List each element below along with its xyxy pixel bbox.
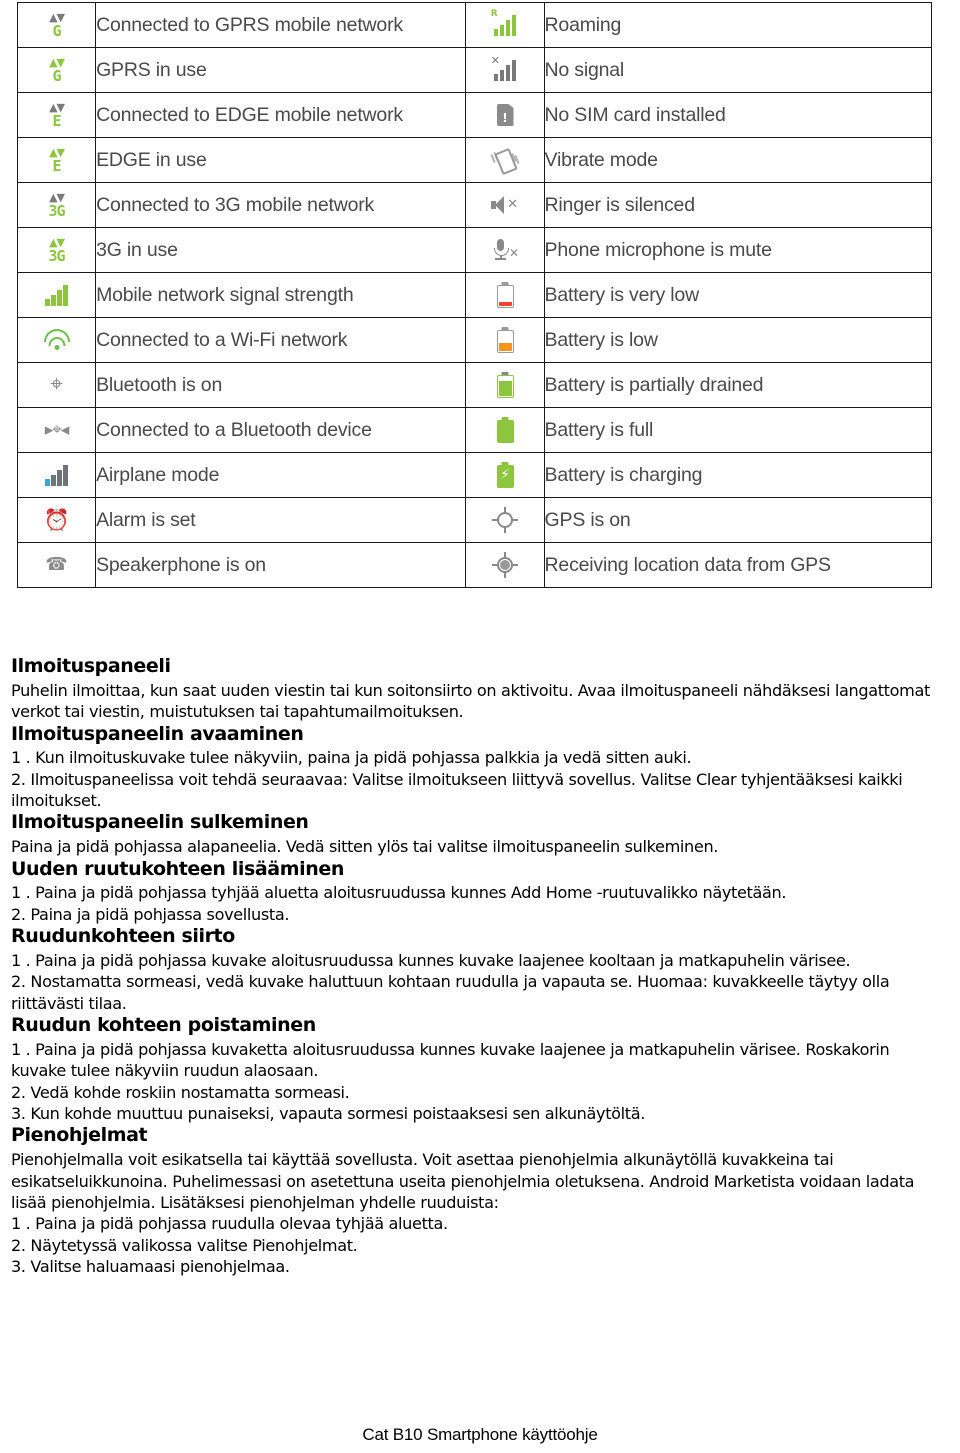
heading-ruudun-kohteen-poistaminen: Ruudun kohteen poistaminen [11, 1014, 316, 1037]
icon-label: Receiving location data from GPS [543, 542, 933, 588]
wifi-connected-icon [16, 317, 97, 363]
battery-partial-icon [465, 362, 545, 408]
roaming-icon: R [465, 2, 545, 48]
gprs-in-use-icon: ▲▼ G [16, 47, 97, 93]
speakerphone-on-icon: ☎ [16, 542, 97, 588]
paragraph-pienohjelmat: Pienohjelmalla voit esikatsella tai käyt… [11, 1150, 915, 1212]
icon-label: 3G in use [95, 227, 467, 273]
icon-label: No SIM card installed [543, 92, 933, 138]
table-row: Mobile network signal strength Battery i… [16, 272, 933, 318]
heading-pienohjelmat: Pienohjelmat [11, 1124, 148, 1147]
paragraph-intro: Puhelin ilmoittaa, kun saat uuden viesti… [11, 680, 930, 722]
icon-label: Roaming [543, 2, 933, 48]
3g-connected-icon: ▲▼ 3G [16, 182, 97, 228]
step-pienohjelmat-3: 3. Valitse haluamaasi pienohjelmaa. [11, 1257, 290, 1277]
table-row: Connected to a Wi-Fi network Battery is … [16, 317, 933, 363]
bluetooth-on-icon: ⌖ [16, 362, 97, 408]
3g-in-use-icon: ▲▼ 3G [16, 227, 97, 273]
icon-label: Airplane mode [95, 452, 467, 498]
step-avaaminen-1: 1 . Kun ilmoituskuvake tulee näkyviin, p… [11, 748, 692, 768]
icon-label: No signal [543, 47, 933, 93]
step-avaaminen-2: 2. Ilmoituspaneelissa voit tehdä seuraav… [11, 769, 903, 811]
icon-label: Connected to 3G mobile network [95, 182, 467, 228]
icon-label: Connected to a Bluetooth device [95, 407, 467, 453]
table-row: ⌖ Bluetooth is on Battery is partially d… [16, 362, 933, 408]
icon-label: Connected to a Wi-Fi network [95, 317, 467, 363]
gprs-connected-icon: ▲▼ G [16, 2, 97, 48]
icon-label: Battery is charging [543, 452, 933, 498]
icon-label: Battery is partially drained [543, 362, 933, 408]
gps-receiving-icon [465, 542, 545, 588]
status-icon-reference-table: ▲▼ G Connected to GPRS mobile network R … [16, 2, 933, 588]
icon-label: Vibrate mode [543, 137, 933, 183]
table-row: ▸⌖◂ Connected to a Bluetooth device Batt… [16, 407, 933, 453]
bluetooth-connected-icon: ▸⌖◂ [16, 407, 97, 453]
step-pienohjelmat-2: 2. Näytetyssä valikossa valitse Pienohje… [11, 1235, 358, 1255]
icon-label: GPS is on [543, 497, 933, 543]
heading-ilmoituspaneelin-avaaminen: Ilmoituspaneelin avaaminen [11, 722, 304, 745]
signal-strength-icon [16, 272, 97, 318]
icon-label: Ringer is silenced [543, 182, 933, 228]
step-pienohjelmat-1: 1 . Paina ja pidä pohjassa ruudulla olev… [11, 1214, 448, 1234]
icon-label: Battery is full [543, 407, 933, 453]
icon-label: Speakerphone is on [95, 542, 467, 588]
gps-on-icon [465, 497, 545, 543]
heading-ilmoituspaneelin-sulkeminen: Ilmoituspaneelin sulkeminen [11, 811, 309, 834]
alarm-set-icon: ⏰ [16, 497, 97, 543]
step-poistaminen-2: 2. Vedä kohde roskiin nostamatta sormeas… [11, 1082, 350, 1102]
table-row: ▲▼ 3G Connected to 3G mobile network ✕ R… [16, 182, 933, 228]
battery-charging-icon: ⚡ [465, 452, 545, 498]
microphone-mute-icon: ✕ [465, 227, 545, 273]
page-footer: Cat B10 Smartphone käyttöohje [362, 1425, 598, 1444]
icon-label: GPRS in use [95, 47, 467, 93]
icon-label: Connected to EDGE mobile network [95, 92, 467, 138]
icon-label: Battery is low [543, 317, 933, 363]
paragraph-sulkeminen: Paina ja pidä pohjassa alapaneelia. Vedä… [11, 837, 719, 857]
table-row: ▲▼ 3G 3G in use ✕ Phone microphone is mu… [16, 227, 933, 273]
step-lisaaminen-1: 1 . Paina ja pidä pohjassa tyhjää aluett… [11, 883, 787, 903]
ringer-silenced-icon: ✕ [465, 182, 545, 228]
icon-label: Bluetooth is on [95, 362, 467, 408]
vibrate-mode-icon [465, 137, 545, 183]
table-row: ▲▼ G Connected to GPRS mobile network R … [16, 2, 933, 48]
heading-ruudunkohteen-siirto: Ruudunkohteen siirto [11, 925, 235, 948]
table-row: ▲▼ E Connected to EDGE mobile network No… [16, 92, 933, 138]
step-poistaminen-3: 3. Kun kohde muuttuu punaiseksi, vapauta… [11, 1103, 646, 1123]
document-body: Ilmoituspaneeli Puhelin ilmoittaa, kun s… [11, 655, 949, 1277]
table-row: ▲▼ G GPRS in use ✕ No signal [16, 47, 933, 93]
table-row: Airplane mode ⚡ Battery is charging [16, 452, 933, 498]
battery-very-low-icon [465, 272, 545, 318]
edge-in-use-icon: ▲▼ E [16, 137, 97, 183]
icon-label: Battery is very low [543, 272, 933, 318]
icon-label: Mobile network signal strength [95, 272, 467, 318]
no-signal-icon: ✕ [465, 47, 545, 93]
battery-full-icon [465, 407, 545, 453]
battery-low-icon [465, 317, 545, 363]
icon-label: EDGE in use [95, 137, 467, 183]
edge-connected-icon: ▲▼ E [16, 92, 97, 138]
icon-label: Alarm is set [95, 497, 467, 543]
table-row: ▲▼ E EDGE in use Vibrate mode [16, 137, 933, 183]
table-row: ⏰ Alarm is set GPS is on [16, 497, 933, 543]
no-sim-card-icon [465, 92, 545, 138]
airplane-mode-icon [16, 452, 97, 498]
step-lisaaminen-2: 2. Paina ja pidä pohjassa sovellusta. [11, 904, 290, 924]
icon-label: Connected to GPRS mobile network [95, 2, 467, 48]
heading-ilmoituspaneeli: Ilmoituspaneeli [11, 655, 171, 677]
step-poistaminen-1: 1 . Paina ja pidä pohjassa kuvaketta alo… [11, 1039, 890, 1081]
table-row: ☎ Speakerphone is on Receiving location … [16, 542, 933, 588]
heading-uuden-ruutukohteen-lisaaminen: Uuden ruutukohteen lisääminen [11, 857, 344, 880]
step-siirto-1: 1 . Paina ja pidä pohjassa kuvake aloitu… [11, 950, 851, 970]
step-siirto-2: 2. Nostamatta sormeasi, vedä kuvake halu… [11, 972, 890, 1013]
icon-label: Phone microphone is mute [543, 227, 933, 273]
